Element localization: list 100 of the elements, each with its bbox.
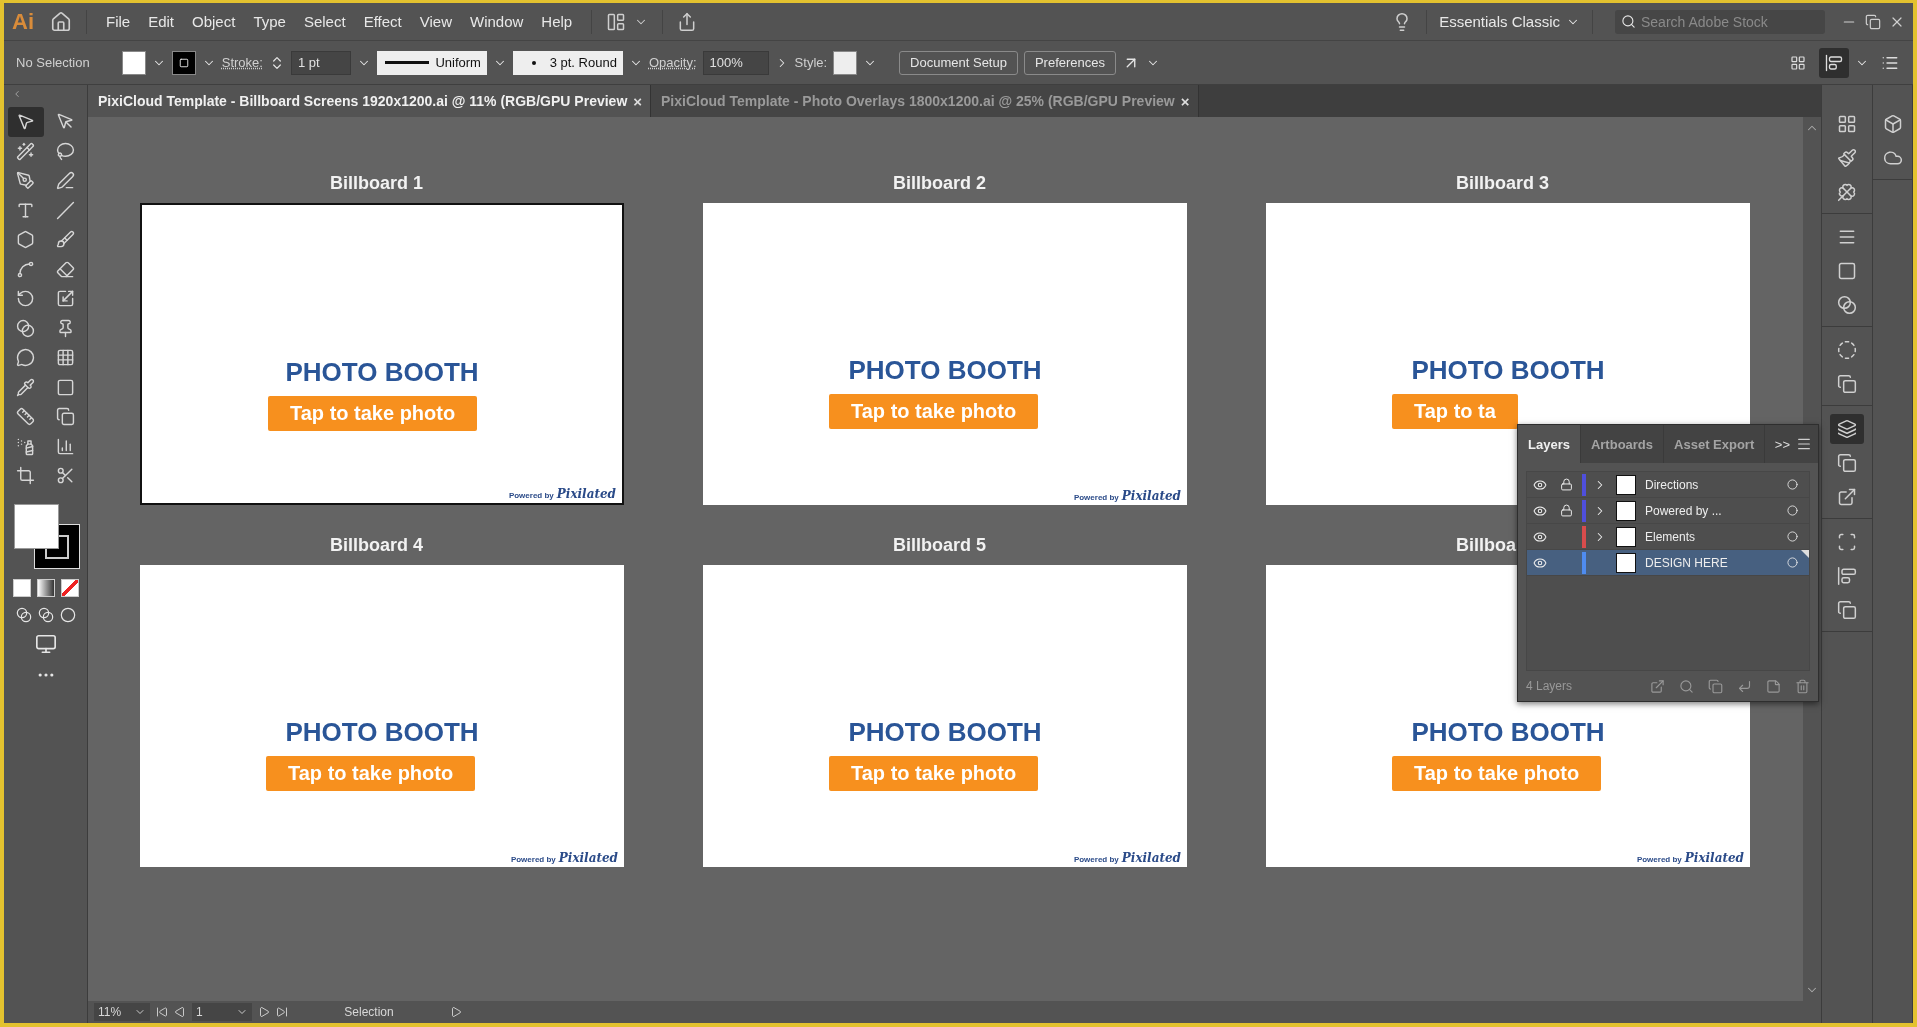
circles-icon xyxy=(1837,295,1858,315)
draw-mode-icon[interactable] xyxy=(37,606,54,623)
color-swatch[interactable] xyxy=(12,578,31,597)
next-icon[interactable] xyxy=(258,1006,270,1018)
eye-icon[interactable] xyxy=(1533,477,1547,492)
stroke-weight-field[interactable]: 1 pt xyxy=(290,50,351,75)
toolbar-button[interactable]: Document Setup xyxy=(899,50,1018,75)
club-icon xyxy=(1837,182,1858,202)
draw-mode-icon[interactable] xyxy=(15,606,32,623)
lock-icon[interactable] xyxy=(1559,504,1573,517)
squares-icon xyxy=(1837,374,1858,394)
target-icon[interactable] xyxy=(1786,479,1798,490)
cube-icon[interactable] xyxy=(1882,114,1903,134)
grid-icon xyxy=(56,348,75,368)
eye-icon[interactable] xyxy=(1533,503,1547,518)
zoom-field[interactable]: 11% xyxy=(94,1003,150,1021)
credit-text: Powered by xyxy=(510,855,556,864)
layer-row[interactable]: Powered by ... xyxy=(1527,498,1809,524)
export-icon[interactable] xyxy=(1650,678,1665,694)
opacity-label[interactable]: Opacity: xyxy=(648,55,697,70)
brush-icon xyxy=(56,230,75,250)
artboard-title: Billboa xyxy=(1456,534,1516,556)
take-photo-button: Tap to take photo xyxy=(829,394,1039,429)
scale-icon xyxy=(56,289,75,309)
previous-icon[interactable] xyxy=(174,1006,186,1018)
search-field[interactable]: Search Adobe Stock xyxy=(1615,9,1825,34)
eye-icon[interactable] xyxy=(1533,529,1547,544)
grid-icon[interactable] xyxy=(1790,54,1806,71)
crop-icon xyxy=(16,466,35,486)
menu-item[interactable]: Edit xyxy=(141,9,182,34)
target-icon[interactable] xyxy=(1786,505,1798,516)
layer-thumbnail xyxy=(1616,500,1636,521)
layer-thumbnail xyxy=(1616,526,1636,547)
toolbar-button[interactable]: Preferences xyxy=(1023,50,1117,75)
menu-icon[interactable] xyxy=(1796,436,1812,452)
brush-dropdown[interactable]: 3 pt. Round xyxy=(512,50,623,75)
arrange-icon[interactable] xyxy=(606,11,627,32)
overflow-button[interactable]: >> xyxy=(1770,436,1794,452)
document-tab[interactable]: PixiCloud Template - Photo Overlays 1800x1200.ai @ 25% (RGB/GPU Preview × xyxy=(651,85,1199,117)
menu-item[interactable]: Window xyxy=(462,9,531,34)
artboard[interactable]: PHOTO BOOTH Tap to take photo Powered by Pixilated xyxy=(703,565,1187,867)
search-icon[interactable] xyxy=(1679,678,1694,694)
grid-icon xyxy=(1837,114,1858,134)
artboard-heading: PHOTO BOOTH xyxy=(1411,716,1605,749)
stroke-swatch[interactable] xyxy=(171,50,196,75)
artboard-title: Billboard 5 xyxy=(893,534,986,556)
fill-swatch[interactable] xyxy=(121,50,146,75)
layer-row[interactable]: DESIGN HERE xyxy=(1527,550,1809,576)
pencil-icon xyxy=(56,171,75,191)
pointer-icon xyxy=(16,112,35,132)
artboard-title: Billboard 1 xyxy=(330,172,423,194)
menu-item[interactable]: Object xyxy=(185,9,243,34)
menu-item[interactable]: Help xyxy=(534,9,580,34)
target-icon[interactable] xyxy=(1786,557,1798,568)
credit-logo: Pixilated xyxy=(556,487,616,501)
layer-row[interactable]: Directions xyxy=(1527,472,1809,498)
credit-logo: Pixilated xyxy=(558,851,618,865)
gradient-swatch[interactable] xyxy=(36,578,55,597)
stroke-label[interactable]: Stroke: xyxy=(221,55,263,70)
home-icon[interactable] xyxy=(50,10,72,33)
none-swatch[interactable] xyxy=(60,578,79,597)
stroke-profile-dropdown[interactable]: Uniform xyxy=(376,50,487,75)
menu-item[interactable]: Effect xyxy=(356,9,409,34)
menu-item[interactable]: Select xyxy=(296,9,353,34)
credit-text: Powered by xyxy=(1636,855,1682,864)
new-layer-icon[interactable] xyxy=(1766,678,1781,694)
screen-mode-icon[interactable] xyxy=(34,632,57,655)
eye-icon[interactable] xyxy=(1533,555,1547,570)
restore-icon[interactable] xyxy=(1865,13,1881,30)
layer-name: Elements xyxy=(1644,529,1697,544)
lock-icon[interactable] xyxy=(1559,478,1573,491)
style-label: Style: xyxy=(794,55,828,70)
take-photo-button: Tap to take photo xyxy=(829,756,1039,791)
menu-item[interactable]: View xyxy=(412,9,459,34)
first-icon[interactable] xyxy=(156,1006,168,1018)
panel-button[interactable] xyxy=(1830,414,1865,444)
target-icon[interactable] xyxy=(1786,531,1798,542)
document-tab[interactable]: PixiCloud Template - Billboard Screens 1920x1200.ai @ 11% (RGB/GPU Preview × xyxy=(88,85,652,117)
opacity-field[interactable]: 100% xyxy=(702,50,769,75)
selection-status: No Selection xyxy=(16,55,90,70)
artboard-heading: PHOTO BOOTH xyxy=(848,354,1042,387)
menu-item[interactable]: Type xyxy=(246,9,293,34)
menu-item[interactable]: File xyxy=(99,9,138,34)
workspace-switcher[interactable]: Essentials Classic xyxy=(1439,13,1580,30)
eraser-icon xyxy=(56,259,75,279)
cloud-icon[interactable] xyxy=(1882,148,1903,168)
artboard[interactable]: PHOTO BOOTH Tap to take photo Powered by Pixilated xyxy=(703,203,1187,505)
artboard[interactable]: PHOTO BOOTH Tap to take photo Powered by Pixilated xyxy=(140,565,624,867)
bar-chart-icon xyxy=(56,436,75,456)
style-swatch[interactable] xyxy=(833,50,858,75)
last-icon[interactable] xyxy=(276,1006,288,1018)
draw-mode-icon[interactable] xyxy=(59,606,76,623)
artboard[interactable]: PHOTO BOOTH Tap to take photo Powered by Pixilated xyxy=(140,203,624,505)
type-icon xyxy=(16,200,35,220)
panel-tab[interactable]: Layers xyxy=(1518,425,1581,463)
spray-icon xyxy=(16,436,35,456)
play-icon[interactable] xyxy=(450,1006,462,1018)
tool-button[interactable] xyxy=(7,107,44,137)
artboard-field[interactable]: 1 xyxy=(192,1003,252,1021)
ruler-icon xyxy=(16,407,35,427)
